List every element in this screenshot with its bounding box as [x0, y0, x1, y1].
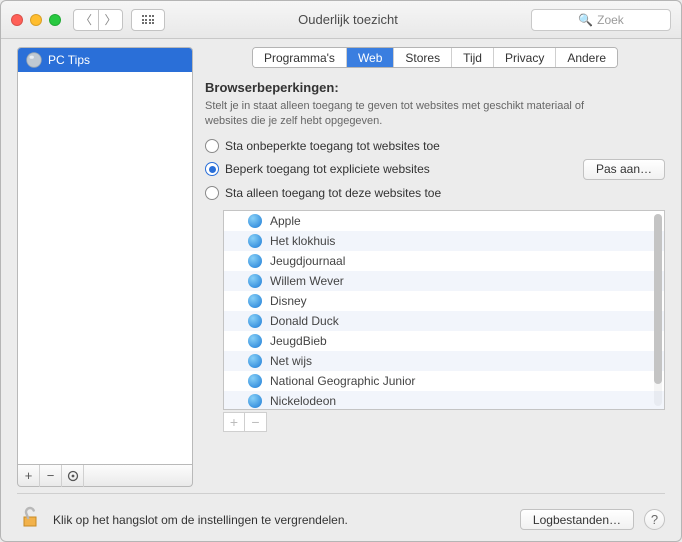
site-list-buttons: + −	[223, 412, 665, 432]
tab-programmas[interactable]: Programma's	[253, 48, 347, 67]
site-row[interactable]: Willem Wever	[224, 271, 664, 291]
site-row[interactable]: Nickelodeon	[224, 391, 664, 410]
remove-user-button[interactable]: −	[40, 465, 62, 487]
globe-icon	[248, 394, 262, 408]
search-placeholder: Zoek	[597, 13, 624, 27]
nav-buttons: 〈 〉	[73, 9, 123, 31]
titlebar: 〈 〉 Ouderlijk toezicht 🔍 Zoek	[1, 1, 681, 39]
globe-icon	[248, 294, 262, 308]
globe-icon	[248, 314, 262, 328]
window-title: Ouderlijk toezicht	[165, 12, 531, 27]
site-row[interactable]: Jeugdjournaal	[224, 251, 664, 271]
site-row[interactable]: Donald Duck	[224, 311, 664, 331]
radio-allow-only[interactable]: Sta alleen toegang tot deze websites toe	[205, 186, 665, 200]
tabs: Programma's Web Stores Tijd Privacy Ande…	[252, 47, 618, 68]
unlock-icon	[17, 504, 43, 530]
radio-icon	[205, 162, 219, 176]
tab-web[interactable]: Web	[347, 48, 394, 67]
content: PC Tips + − Programma's Web Stores Tijd	[1, 39, 681, 541]
search-icon: 🔍	[578, 13, 593, 27]
tab-stores[interactable]: Stores	[394, 48, 452, 67]
site-label: National Geographic Junior	[270, 374, 415, 388]
user-item[interactable]: PC Tips	[18, 48, 192, 72]
tab-tijd[interactable]: Tijd	[452, 48, 494, 67]
section-title: Browserbeperkingen:	[205, 80, 665, 95]
site-list[interactable]: Apple Het klokhuis Jeugdjournaal Willem …	[223, 210, 665, 410]
radio-unrestricted[interactable]: Sta onbeperkte toegang tot websites toe	[205, 139, 665, 153]
help-button[interactable]: ?	[644, 509, 665, 530]
radio-icon	[205, 186, 219, 200]
globe-icon	[248, 214, 262, 228]
user-list[interactable]: PC Tips	[17, 47, 193, 465]
scrollbar-thumb[interactable]	[654, 214, 662, 384]
traffic-lights	[11, 14, 61, 26]
user-icon	[26, 52, 42, 68]
site-label: Het klokhuis	[270, 234, 335, 248]
grid-icon	[142, 15, 155, 24]
footer-text: Klik op het hangslot om de instellingen …	[53, 513, 348, 527]
remove-site-button[interactable]: −	[245, 412, 267, 432]
add-user-button[interactable]: +	[18, 465, 40, 487]
site-label: Donald Duck	[270, 314, 339, 328]
tab-privacy[interactable]: Privacy	[494, 48, 556, 67]
lock-button[interactable]	[17, 504, 43, 535]
site-label: Willem Wever	[270, 274, 344, 288]
search-input[interactable]: 🔍 Zoek	[531, 9, 671, 31]
site-row[interactable]: JeugdBieb	[224, 331, 664, 351]
site-row[interactable]: National Geographic Junior	[224, 371, 664, 391]
sidebar-gear-button[interactable]	[62, 465, 84, 487]
minimize-icon[interactable]	[30, 14, 42, 26]
site-row[interactable]: Disney	[224, 291, 664, 311]
zoom-icon[interactable]	[49, 14, 61, 26]
close-icon[interactable]	[11, 14, 23, 26]
globe-icon	[248, 334, 262, 348]
globe-icon	[248, 234, 262, 248]
window: 〈 〉 Ouderlijk toezicht 🔍 Zoek PC Tips +	[0, 0, 682, 542]
forward-button[interactable]: 〉	[98, 10, 122, 30]
back-button[interactable]: 〈	[74, 10, 98, 30]
globe-icon	[248, 354, 262, 368]
site-row[interactable]: Het klokhuis	[224, 231, 664, 251]
radio-icon	[205, 139, 219, 153]
radio-limit-explicit[interactable]: Beperk toegang tot expliciete websites P…	[205, 159, 665, 180]
add-site-button[interactable]: +	[223, 412, 245, 432]
right-pane: Programma's Web Stores Tijd Privacy Ande…	[205, 47, 665, 487]
show-all-button[interactable]	[131, 9, 165, 31]
site-label: Net wijs	[270, 354, 312, 368]
site-row[interactable]: Net wijs	[224, 351, 664, 371]
main: PC Tips + − Programma's Web Stores Tijd	[17, 47, 665, 487]
user-label: PC Tips	[48, 53, 90, 67]
customize-button[interactable]: Pas aan…	[583, 159, 665, 180]
sidebar: PC Tips + −	[17, 47, 193, 487]
site-label: Apple	[270, 214, 301, 228]
sidebar-buttons: + −	[17, 465, 193, 487]
site-label: Jeugdjournaal	[270, 254, 345, 268]
tab-andere[interactable]: Andere	[556, 48, 617, 67]
section-description: Stelt je in staat alleen toegang te geve…	[205, 99, 605, 129]
site-label: Disney	[270, 294, 307, 308]
globe-icon	[248, 274, 262, 288]
site-label: Nickelodeon	[270, 394, 336, 408]
globe-icon	[248, 374, 262, 388]
radio-label: Sta onbeperkte toegang tot websites toe	[225, 139, 440, 153]
footer: Klik op het hangslot om de instellingen …	[17, 493, 665, 535]
site-label: JeugdBieb	[270, 334, 327, 348]
gear-icon	[67, 470, 79, 482]
site-row[interactable]: Apple	[224, 211, 664, 231]
radio-label: Sta alleen toegang tot deze websites toe	[225, 186, 441, 200]
site-box: Apple Het klokhuis Jeugdjournaal Willem …	[223, 210, 665, 432]
globe-icon	[248, 254, 262, 268]
radio-label: Beperk toegang tot expliciete websites	[225, 162, 430, 176]
logs-button[interactable]: Logbestanden…	[520, 509, 634, 530]
radio-group: Sta onbeperkte toegang tot websites toe …	[205, 139, 665, 200]
